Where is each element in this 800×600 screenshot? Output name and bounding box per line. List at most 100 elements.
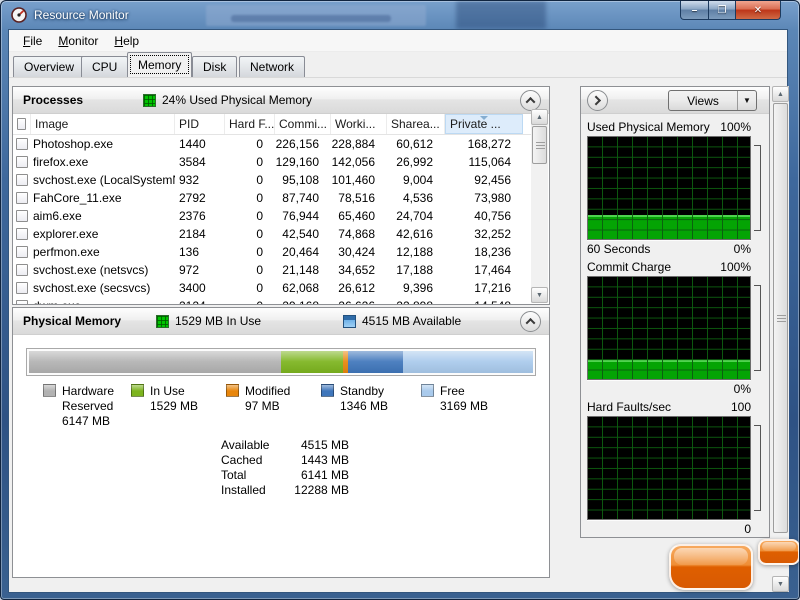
table-row[interactable]: dwm.exe 2124 0 29,168 26,626 22,898 14,5… [13, 297, 532, 304]
column-image[interactable]: Image [31, 114, 175, 134]
title-bar[interactable]: Resource Monitor – ❐ ✕ [1, 1, 799, 29]
available-icon [343, 315, 356, 328]
hardware-reserved-swatch [43, 384, 56, 397]
memory-segment-in-use [281, 351, 343, 373]
memory-segment-hardware-reserved [29, 351, 281, 373]
process-pid: 3584 [175, 155, 225, 169]
process-commit: 29,168 [275, 299, 331, 304]
column-shareable[interactable]: Sharea... [387, 114, 445, 134]
dropdown-arrow-icon[interactable]: ▼ [737, 91, 756, 110]
graph-max-label: 100% [720, 258, 751, 276]
scrollbar-thumb[interactable] [773, 103, 788, 533]
in-use-swatch [131, 384, 144, 397]
table-row[interactable]: svchost.exe (netsvcs) 972 0 21,148 34,65… [13, 261, 532, 279]
graph-grid [588, 417, 750, 519]
processes-title: Processes [13, 93, 83, 107]
table-row[interactable]: Photoshop.exe 1440 0 226,156 228,884 60,… [13, 135, 532, 153]
legend-standby: Standby1346 MB [321, 384, 421, 429]
table-row[interactable]: svchost.exe (secsvcs) 3400 0 62,068 26,6… [13, 279, 532, 297]
column-working[interactable]: Worki... [331, 114, 387, 134]
graph-title: Used Physical Memory [587, 118, 710, 136]
tab-overview[interactable]: Overview [13, 56, 85, 77]
scroll-up-button[interactable]: ▲ [531, 109, 548, 125]
process-hard-faults: 0 [225, 137, 275, 151]
row-checkbox[interactable] [16, 192, 28, 204]
row-checkbox[interactable] [16, 300, 28, 304]
menu-monitor[interactable]: Monitor [50, 32, 106, 50]
process-shareable: 22,898 [387, 299, 445, 304]
processes-status-text: 24% Used Physical Memory [162, 93, 312, 107]
process-shareable: 4,536 [387, 191, 445, 205]
views-button[interactable]: Views ▼ [668, 90, 757, 111]
axis-bracket [754, 145, 761, 231]
window-title: Resource Monitor [34, 8, 129, 22]
row-checkbox[interactable] [16, 138, 28, 150]
process-hard-faults: 0 [225, 155, 275, 169]
select-all-checkbox[interactable] [17, 118, 26, 130]
physical-memory-section: Physical Memory 1529 MB In Use 4515 MB A… [12, 307, 550, 578]
scroll-down-button[interactable]: ▼ [772, 576, 789, 592]
expand-panel-button[interactable] [587, 90, 608, 111]
scroll-down-button[interactable]: ▼ [531, 287, 548, 303]
process-commit: 76,944 [275, 209, 331, 223]
row-checkbox[interactable] [16, 210, 28, 222]
in-use-icon [156, 315, 169, 328]
graph-max-label: 100% [720, 118, 751, 136]
graph-min-label: 0% [734, 240, 751, 258]
process-list-scrollbar[interactable]: ▲ ▼ [531, 109, 548, 303]
row-checkbox[interactable] [16, 174, 28, 186]
close-button[interactable]: ✕ [736, 1, 781, 20]
process-working: 30,424 [331, 245, 387, 259]
table-row[interactable]: perfmon.exe 136 0 20,464 30,424 12,188 1… [13, 243, 532, 261]
row-checkbox[interactable] [16, 246, 28, 258]
process-hard-faults: 0 [225, 299, 275, 304]
tab-network[interactable]: Network [239, 56, 305, 77]
process-hard-faults: 0 [225, 173, 275, 187]
table-row[interactable]: svchost.exe (LocalSystemNet... 932 0 95,… [13, 171, 532, 189]
column-hard-faults[interactable]: Hard F... [225, 114, 275, 134]
tab-memory[interactable]: Memory [127, 52, 192, 77]
process-private: 115,064 [445, 155, 523, 169]
table-row[interactable]: FahCore_11.exe 2792 0 87,740 78,516 4,53… [13, 189, 532, 207]
resource-monitor-icon [11, 7, 27, 23]
process-shareable: 9,004 [387, 173, 445, 187]
table-row[interactable]: firefox.exe 3584 0 129,160 142,056 26,99… [13, 153, 532, 171]
menu-help[interactable]: Help [106, 32, 147, 50]
row-checkbox[interactable] [16, 264, 28, 276]
sort-descending-icon [480, 116, 488, 120]
main-scrollbar[interactable]: ▲ ▼ [772, 86, 789, 592]
process-image: Photoshop.exe [31, 137, 175, 151]
in-use-status-text: 1529 MB In Use [175, 314, 261, 328]
maximize-button[interactable]: ❐ [709, 1, 736, 20]
scrollbar-thumb[interactable] [532, 126, 547, 164]
collapse-processes-button[interactable] [520, 90, 541, 111]
table-row[interactable]: aim6.exe 2376 0 76,944 65,460 24,704 40,… [13, 207, 532, 225]
graphs-panel-header: Views ▼ [581, 87, 769, 114]
collapse-physical-memory-button[interactable] [520, 311, 541, 332]
column-private[interactable]: Private ... [445, 114, 523, 134]
commit-charge-graph [587, 276, 751, 380]
column-commit[interactable]: Commi... [275, 114, 331, 134]
column-pid[interactable]: PID [175, 114, 225, 134]
menu-file[interactable]: File [15, 32, 50, 50]
table-row[interactable]: explorer.exe 2184 0 42,540 74,868 42,616… [13, 225, 532, 243]
process-commit: 20,464 [275, 245, 331, 259]
graph-min-label: 0 [744, 520, 751, 538]
row-checkbox[interactable] [16, 156, 28, 168]
tab-cpu[interactable]: CPU [81, 56, 128, 77]
axis-bracket [754, 425, 761, 511]
scroll-up-button[interactable]: ▲ [772, 86, 789, 102]
process-pid: 2792 [175, 191, 225, 205]
row-checkbox[interactable] [16, 282, 28, 294]
legend-in-use: In Use1529 MB [131, 384, 226, 429]
minimize-button[interactable]: – [680, 1, 709, 20]
process-pid: 2124 [175, 299, 225, 304]
tab-disk[interactable]: Disk [192, 56, 237, 77]
table-header-row: Image PID Hard F... Commi... Worki... Sh… [13, 114, 532, 135]
process-working: 34,652 [331, 263, 387, 277]
row-checkbox[interactable] [16, 228, 28, 240]
process-hard-faults: 0 [225, 209, 275, 223]
graph-x-label: 60 Seconds [587, 240, 650, 258]
watermark-logo [669, 544, 753, 590]
process-working: 26,626 [331, 299, 387, 304]
